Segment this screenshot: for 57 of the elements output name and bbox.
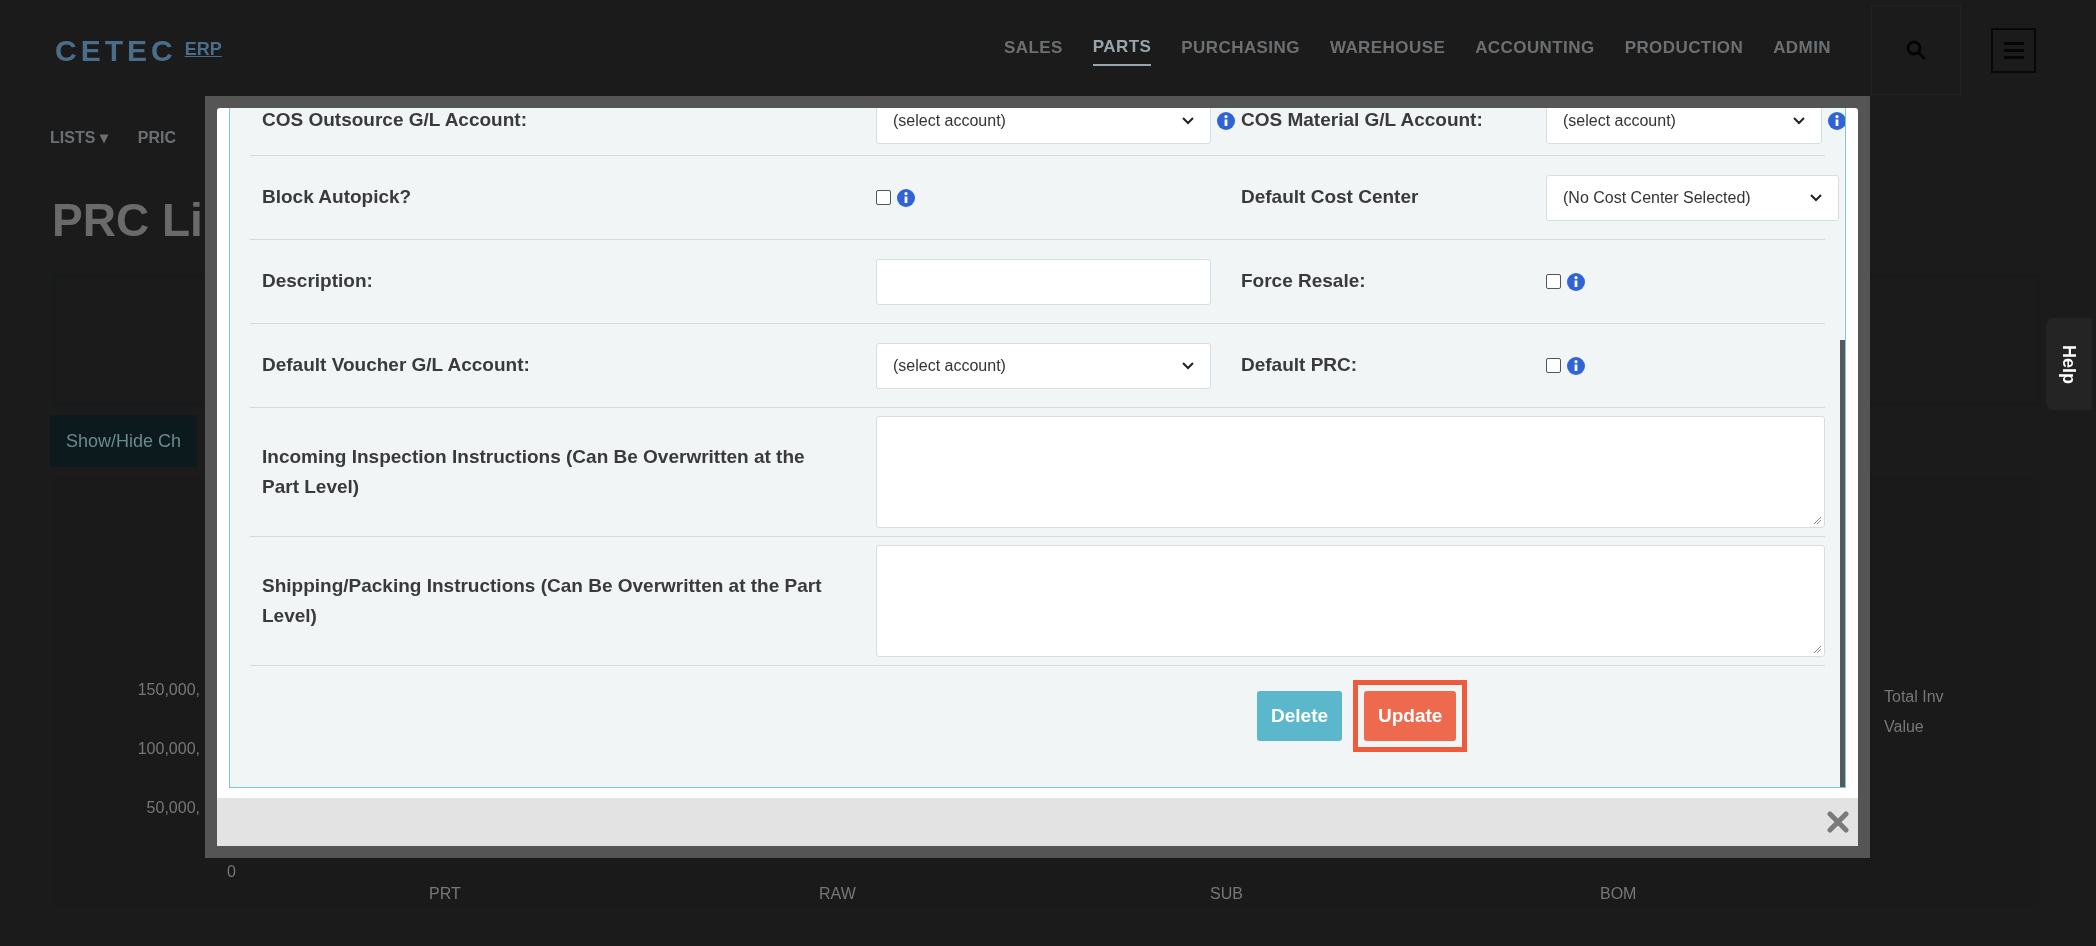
select-field[interactable]: (select account)	[876, 342, 1211, 389]
breadcrumb-link[interactable]: LISTS ▾	[50, 125, 108, 150]
field-label: Incoming Inspection Instructions (Can Be Overwritten at the Part Level)	[262, 445, 806, 499]
chevron-down-icon	[1182, 116, 1194, 125]
nav-link[interactable]: ADMIN	[1773, 35, 1831, 65]
show-hide-button[interactable]: Show/Hide Ch	[50, 415, 198, 467]
select-field[interactable]: (No Cost Center Selected)	[1546, 174, 1839, 221]
legend-label: Total Inv Value	[1884, 687, 1945, 737]
axis-label: PRT	[429, 884, 461, 904]
logo-text: CETEC	[55, 32, 177, 69]
axis-label: SUB	[1210, 884, 1243, 904]
field-label: Default Cost Center	[1241, 186, 1419, 208]
nav-link[interactable]: PURCHASING	[1181, 35, 1300, 65]
field-label: Shipping/Packing Instructions (Can Be Overwritten at the Part Level)	[262, 574, 823, 628]
close-button[interactable]	[1826, 810, 1850, 834]
nav-link[interactable]: PRODUCTION	[1624, 35, 1744, 65]
nav-link[interactable]: PARTS	[1092, 34, 1152, 66]
logo-suffix: ERP	[184, 37, 222, 61]
checkbox[interactable]	[1546, 358, 1561, 373]
axis-label: 150,000,	[136, 680, 200, 700]
field-label: Default Voucher G/L Account:	[262, 354, 530, 376]
axis-label: 50,000,	[145, 798, 200, 818]
select-field[interactable]: (select account)	[1546, 108, 1822, 144]
field-label: Block Autopick?	[262, 186, 412, 208]
chevron-down-icon	[1810, 193, 1822, 202]
nav-link[interactable]: SALES	[1004, 35, 1063, 65]
axis-label: RAW	[819, 884, 856, 904]
field-label: Default PRC:	[1241, 354, 1358, 376]
resize-grip-icon[interactable]	[1814, 646, 1821, 653]
chevron-down-icon	[1182, 361, 1194, 370]
chevron-down-icon	[1793, 116, 1805, 125]
page-title: PRC Li	[52, 192, 203, 248]
info-icon[interactable]	[1217, 111, 1235, 130]
scrollbar[interactable]	[1840, 340, 1845, 787]
info-icon[interactable]	[1567, 272, 1585, 291]
field-label: COS Outsource G/L Account:	[262, 109, 527, 131]
info-icon[interactable]	[897, 188, 915, 207]
field-label: Force Resale:	[1241, 270, 1366, 292]
nav-link[interactable]: WAREHOUSE	[1329, 35, 1446, 65]
update-button[interactable]: Update	[1364, 691, 1457, 741]
checkbox[interactable]	[1546, 274, 1561, 289]
field-label: Description:	[262, 270, 373, 292]
resize-grip-icon[interactable]	[1814, 517, 1821, 524]
select-field[interactable]: (select account)	[876, 108, 1211, 144]
info-icon[interactable]	[1828, 111, 1845, 130]
field-label: COS Material G/L Account:	[1241, 109, 1483, 131]
help-tab[interactable]: Help	[2046, 318, 2092, 410]
axis-label: 100,000,	[136, 739, 200, 759]
axis-label: BOM	[1600, 884, 1637, 904]
text-input[interactable]	[876, 258, 1211, 305]
delete-button[interactable]: Delete	[1257, 691, 1343, 741]
breadcrumb-link[interactable]: PRIC	[137, 125, 176, 150]
close-icon	[1827, 811, 1849, 833]
checkbox[interactable]	[876, 190, 891, 205]
nav-link[interactable]: ACCOUNTING	[1475, 35, 1595, 65]
axis-label: 0	[226, 862, 236, 882]
info-icon[interactable]	[1567, 356, 1585, 375]
